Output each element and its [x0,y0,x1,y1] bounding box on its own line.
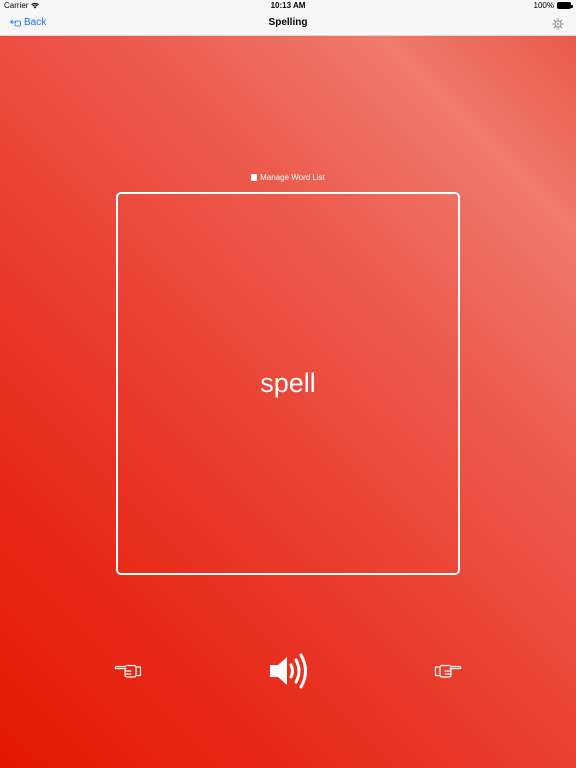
navigation-bar: Back Spelling [0,12,576,36]
speak-word-button[interactable] [268,651,310,691]
battery-group: 100% [533,1,573,10]
current-word: spell [260,367,316,398]
main-content: Manage Word List spell [0,36,576,768]
next-word-button[interactable] [434,662,462,680]
page-title: Spelling [268,17,308,28]
speaker-icon [268,653,310,695]
pointing-hand-right-icon [434,664,462,684]
battery-percent: 100% [533,1,554,10]
pointing-hand-left-icon [114,664,142,684]
manage-word-list-label: Manage Word List [260,173,325,182]
status-time: 10:13 AM [270,1,306,10]
word-card[interactable]: spell [116,192,460,575]
status-bar: Carrier 10:13 AM 100% [0,0,576,12]
gear-icon [552,17,564,34]
book-icon [251,174,258,181]
previous-word-button[interactable] [114,662,142,680]
battery-icon [557,2,573,9]
settings-button[interactable] [552,17,564,30]
spelling-screen: Carrier 10:13 AM 100% Back Spelling Mana… [0,0,576,768]
manage-word-list-link[interactable]: Manage Word List [0,173,576,182]
